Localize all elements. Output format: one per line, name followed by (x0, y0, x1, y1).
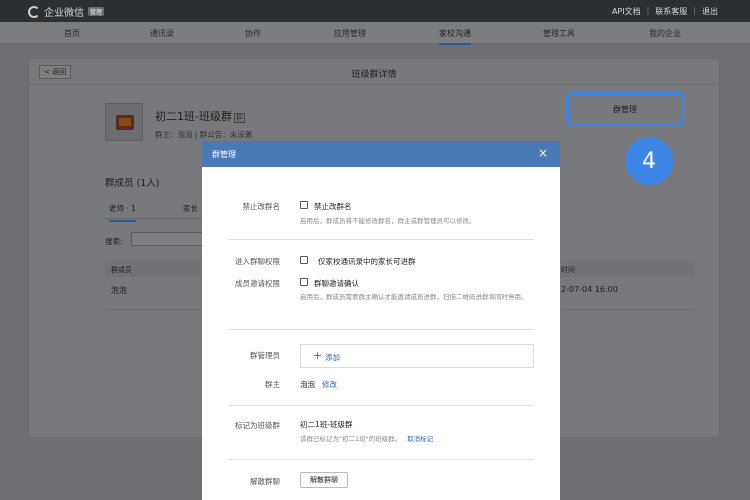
contact-support-link[interactable]: 联系客服 (655, 6, 687, 17)
panel-header: < 返回 班级群详情 (29, 59, 719, 85)
owner-label: 群主 (265, 380, 280, 389)
add-admin-label: 添加 (325, 353, 340, 362)
table-divider-right (561, 309, 695, 310)
api-docs-link[interactable]: API文档 (612, 6, 641, 17)
rename-option: 禁止改群名 (314, 202, 352, 211)
top-links: API文档 | 联系客服 | 退出 (611, 6, 718, 17)
tab-teachers[interactable]: 老师 · 1 (109, 203, 136, 222)
section-divider (228, 329, 534, 330)
nav-home-school[interactable]: 家校沟通 (439, 28, 471, 45)
class-group-name: 初二1班-班级群 (300, 420, 353, 429)
top-bar: 企业微信 管理 API文档 | 联系客服 | 退出 (0, 0, 750, 22)
group-avatar-image (116, 115, 134, 130)
cancel-mark-link[interactable]: 取消标记 (407, 435, 433, 443)
wecom-logo-icon (28, 5, 40, 18)
nav-collaboration[interactable]: 协作 (245, 28, 261, 39)
class-group-label: 标记为班级群 (235, 421, 280, 430)
add-admin-button[interactable]: + 添加 (300, 344, 534, 368)
table-cell-time: 2-07-04 16:00 (561, 285, 618, 294)
brand-logo[interactable]: 企业微信 管理 (28, 4, 105, 19)
nav-management-tools[interactable]: 管理工具 (543, 28, 575, 39)
main-nav: 首页 通讯录 协作 应用管理 家校沟通 管理工具 我的企业 (0, 22, 750, 45)
table-divider (105, 309, 205, 310)
nav-contacts[interactable]: 通讯录 (150, 28, 174, 39)
section-divider (228, 459, 534, 460)
brand-name: 企业微信 (44, 8, 84, 19)
nav-app-management[interactable]: 应用管理 (334, 28, 366, 39)
group-manage-dialog: 群管理 × 禁止改群名 禁止改群名 启用后，群成员将不能修改群名，群主或群管理员… (202, 141, 560, 500)
rename-hint: 启用后，群成员将不能修改群名，群主或群管理员可以修改。 (300, 217, 476, 225)
group-meta: 群主：泡泡 | 群公告：未设置 (155, 130, 253, 139)
tab-parents[interactable]: 家长 (183, 203, 198, 214)
rename-checkbox[interactable] (300, 201, 308, 209)
dialog-header: 群管理 × (202, 141, 560, 167)
table-cell-member: 泡泡 (111, 286, 127, 295)
section-divider (228, 405, 534, 406)
group-tag: 群 (233, 113, 245, 123)
rename-label: 禁止改群名 (242, 202, 281, 211)
table-header-member: 群成员 (105, 261, 205, 277)
admins-label: 群管理员 (250, 351, 280, 360)
members-title: 群成员 (1人) (105, 178, 160, 189)
join-permission-checkbox[interactable] (300, 256, 308, 264)
step-number-badge: 4 (625, 137, 673, 185)
group-avatar (105, 103, 143, 141)
admin-badge: 管理 (88, 7, 105, 16)
dissolve-group-button[interactable]: 解散群聊 (300, 472, 348, 488)
dialog-title: 群管理 (212, 150, 236, 159)
logout-link[interactable]: 退出 (702, 6, 718, 17)
nav-home[interactable]: 首页 (64, 28, 80, 39)
dissolve-label: 解散群聊 (250, 477, 280, 486)
join-permission-option: 仅家校通讯录中的家长可进群 (318, 257, 416, 266)
owner-name: 泡泡 (300, 380, 315, 389)
group-manage-button[interactable]: 群管理 (566, 92, 684, 126)
invite-confirm-checkbox[interactable] (300, 278, 308, 286)
owner-edit-link[interactable]: 修改 (322, 379, 337, 390)
close-icon[interactable]: × (538, 146, 548, 160)
page-title: 班级群详情 (351, 70, 397, 80)
class-group-hint: 该群已标记为"初二1班"的班级群。 取消标记 (300, 435, 434, 443)
search-label: 搜索: (105, 237, 123, 246)
section-divider (228, 239, 534, 240)
invite-confirm-option: 群聊邀请确认 (314, 279, 359, 288)
invite-permission-label: 成员邀请权限 (235, 279, 280, 288)
group-name: 初二1班-班级群群 (155, 110, 245, 123)
table-header-time: 时间 (561, 261, 695, 277)
plus-icon: + (313, 349, 323, 362)
join-permission-label: 进入群聊权限 (235, 257, 280, 266)
nav-my-enterprise[interactable]: 我的企业 (649, 28, 681, 39)
invite-hint: 启用后，群成员需要群主确认才能邀请成员进群，扫描二维码进群将同时停用。 (300, 293, 528, 301)
